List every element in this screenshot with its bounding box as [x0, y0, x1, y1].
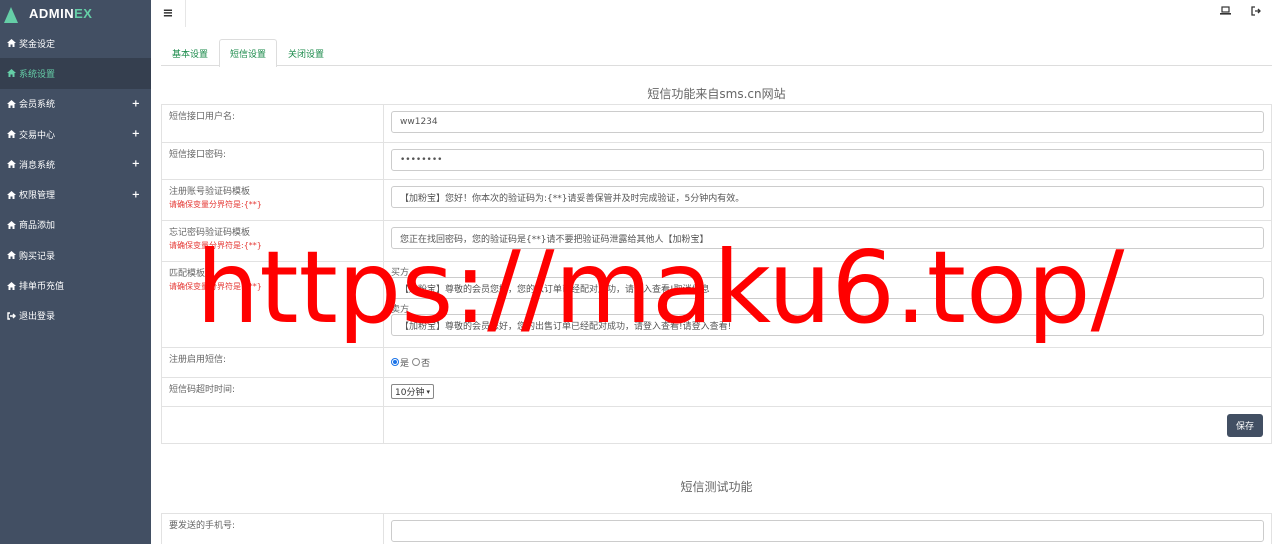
sidebar-item-label: 系统设置	[19, 69, 56, 80]
seller-label: 卖方	[391, 305, 410, 315]
logout-icon[interactable]	[1251, 6, 1261, 19]
main-panel: 基本设置 短信设置 关闭设置 短信功能来自sms.cn网站 短信接口用户名: ww1…	[151, 27, 1280, 544]
timeout-select[interactable]: 10分钟 ▾	[391, 384, 434, 399]
forgot-template-input[interactable]: 您正在找回密码，您的验证码是{**}请不要把验证码泄露给其他人【加粉宝】	[391, 227, 1264, 249]
timeout-label: 短信码超时时间:	[161, 377, 384, 407]
username-label: 短信接口用户名:	[161, 104, 384, 143]
home-icon	[4, 130, 19, 139]
password-input[interactable]: ••••••••	[391, 149, 1264, 171]
sidebar-item-label: 会员系统	[19, 100, 56, 111]
sidebar-item-9[interactable]: 退出登录	[0, 301, 151, 331]
buyer-template-input[interactable]: 【加粉宝】尊敬的会员您好，您的入订单已经配对成功，请登入查看!取消信息	[391, 277, 1264, 299]
plus-icon[interactable]: +	[132, 189, 140, 200]
forgot-template-label: 忘记密码验证码模板	[169, 228, 251, 238]
home-icon	[4, 220, 19, 229]
phone-label: 要发送的手机号:	[161, 513, 384, 544]
logo-mark-icon	[4, 5, 26, 23]
home-icon	[4, 281, 19, 290]
hamburger-icon[interactable]: ≡	[151, 0, 186, 27]
enable-yes-radio[interactable]	[391, 358, 399, 366]
tab-bar: 基本设置 短信设置 关闭设置	[161, 39, 1272, 67]
topbar: ≡	[151, 0, 1280, 27]
home-icon	[4, 160, 19, 169]
buyer-label: 买方	[391, 268, 410, 278]
brand-accent: EX	[74, 6, 93, 21]
enable-no-label: 否	[421, 358, 431, 369]
register-template-input[interactable]: 【加粉宝】您好！你本次的验证码为:{**}请妥善保管并及时完成验证，5分钟内有效…	[391, 186, 1264, 208]
sidebar-item-5[interactable]: 权限管理 +	[0, 179, 151, 209]
phone-input[interactable]	[391, 520, 1264, 542]
sidebar-menu: 奖金设定系统设置会员系统 + 交易中心 + 消息系统 + 权限管理 + 商品添加购买记录排单币充…	[0, 28, 151, 331]
enable-no-radio[interactable]	[412, 358, 421, 366]
sidebar-item-label: 排单币充值	[19, 282, 65, 293]
sidebar-item-2[interactable]: 会员系统 +	[0, 89, 151, 119]
sidebar-item-label: 退出登录	[19, 312, 56, 323]
sms-test-form: 要发送的手机号:	[161, 513, 1272, 544]
seller-template-input[interactable]: 【加粉宝】尊敬的会员您好，您的出售订单已经配对成功，请登入查看!请登入查看!	[391, 314, 1264, 336]
sign-out-icon	[4, 312, 19, 320]
forgot-template-hint: 请确保变量分界符是:{**}	[169, 241, 262, 250]
sidebar-item-label: 交易中心	[19, 130, 56, 141]
chevron-down-icon: ▾	[426, 387, 430, 396]
register-template-label: 注册账号验证码模板	[169, 187, 251, 197]
plus-icon[interactable]: +	[132, 159, 140, 170]
home-icon	[4, 69, 19, 78]
plus-icon[interactable]: +	[132, 98, 140, 109]
laptop-icon[interactable]	[1220, 6, 1231, 19]
password-label: 短信接口密码:	[161, 142, 384, 180]
brand-name: ADMIN	[29, 6, 75, 21]
sidebar-item-label: 奖金设定	[19, 39, 56, 50]
save-button[interactable]: 保存	[1227, 414, 1263, 437]
sms-section-title: 短信功能来自sms.cn网站	[647, 87, 786, 101]
sidebar-item-7[interactable]: 购买记录	[0, 240, 151, 270]
home-icon	[4, 251, 19, 260]
sidebar-item-8[interactable]: 排单币充值	[0, 270, 151, 300]
brand-logo[interactable]: ADMINEX	[0, 0, 151, 27]
sidebar-item-1[interactable]: 系统设置	[0, 58, 151, 89]
home-icon	[4, 190, 19, 199]
sidebar-item-3[interactable]: 交易中心 +	[0, 119, 151, 149]
match-template-hint: 请确保变量分界符是:{**}	[169, 282, 262, 291]
register-template-hint: 请确保变量分界符是:{**}	[169, 200, 262, 209]
sidebar-item-4[interactable]: 消息系统 +	[0, 149, 151, 179]
test-section-title: 短信测试功能	[680, 480, 753, 494]
sidebar-item-6[interactable]: 商品添加	[0, 210, 151, 240]
sidebar-item-label: 购买记录	[19, 251, 56, 262]
sidebar-item-0[interactable]: 奖金设定	[0, 28, 151, 58]
match-template-label: 匹配模板	[169, 269, 206, 279]
enable-sms-label: 注册启用短信:	[161, 347, 384, 378]
tab-0[interactable]: 基本设置	[161, 39, 219, 66]
username-input[interactable]: ww1234	[391, 111, 1264, 133]
home-icon	[4, 39, 19, 48]
tab-1[interactable]: 短信设置	[219, 39, 278, 67]
sidebar-item-label: 消息系统	[19, 160, 56, 171]
sidebar: ADMINEX 奖金设定系统设置会员系统 + 交易中心 + 消息系统 + 权限管理 + 商品添加…	[0, 0, 151, 544]
sidebar-item-label: 权限管理	[19, 191, 56, 202]
tab-2[interactable]: 关闭设置	[277, 39, 335, 66]
timeout-value: 10分钟	[395, 388, 425, 398]
sms-settings-form: 短信接口用户名: ww1234 短信接口密码: •••••••• 注册账号验证码…	[161, 104, 1272, 444]
plus-icon[interactable]: +	[132, 129, 140, 140]
sidebar-item-label: 商品添加	[19, 221, 56, 232]
enable-yes-label: 是	[400, 358, 410, 369]
enable-sms-radio-group: 是 否	[391, 354, 1264, 370]
home-icon	[4, 99, 19, 108]
